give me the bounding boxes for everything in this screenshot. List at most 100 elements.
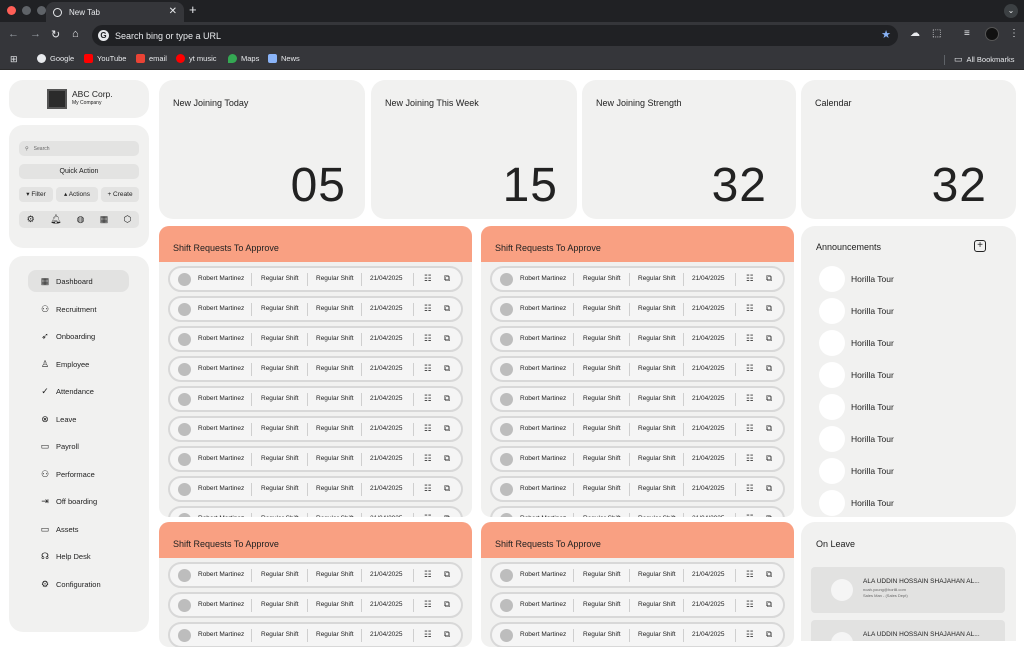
comment-icon[interactable]: ☷ (424, 453, 432, 464)
copy-icon[interactable]: ⧉ (444, 599, 450, 610)
comment-icon[interactable]: ☷ (424, 363, 432, 374)
comment-icon[interactable]: ☷ (746, 393, 754, 404)
comment-icon[interactable]: ☷ (424, 333, 432, 344)
shift-request-row[interactable]: Robert Martinez Regular Shift Regular Shif… (168, 266, 463, 292)
address-bar[interactable]: G Search bing or type a URL ★ (92, 25, 898, 46)
shift-request-row[interactable]: Robert Martinez Regular Shift Regular Shif… (168, 296, 463, 322)
stat-card-week[interactable]: New Joining This Week 15 (371, 80, 577, 219)
announcement-item[interactable]: Horilla Tour (819, 490, 999, 516)
bookmark-youtube[interactable]: YouTube (84, 54, 126, 63)
bookmark-google[interactable]: Google (37, 54, 74, 63)
copy-icon[interactable]: ⧉ (444, 333, 450, 344)
reading-list-icon[interactable]: ≡ (964, 28, 970, 39)
announcement-item[interactable]: Horilla Tour (819, 266, 999, 292)
tab-search-button[interactable]: ⌄ (1004, 4, 1018, 18)
comment-icon[interactable]: ☷ (746, 483, 754, 494)
shift-request-row[interactable]: Robert Martinez Regular Shift Regular Shif… (490, 562, 785, 588)
add-announcement-icon[interactable]: + (974, 240, 986, 252)
shift-request-row[interactable]: Robert Martinez Regular Shift Regular Shif… (490, 386, 785, 412)
sidebar-item-employee[interactable]: ♙ Employee (28, 353, 129, 375)
sidebar-item-configuration[interactable]: ⚙ Configuration (28, 573, 129, 595)
actions-button[interactable]: ▴ Actions (56, 187, 98, 202)
comment-icon[interactable]: ☷ (424, 599, 432, 610)
copy-icon[interactable]: ⧉ (766, 393, 772, 404)
shift-request-row[interactable]: Robert Martinez Regular Shift Regular Shif… (168, 416, 463, 442)
browser-tab[interactable]: New Tab ✕ (46, 2, 184, 22)
announcement-item[interactable]: Horilla Tour (819, 458, 999, 484)
announcement-item[interactable]: Horilla Tour (819, 298, 999, 324)
shift-request-row[interactable]: Robert Martinez Regular Shift Regular Shif… (490, 506, 785, 517)
copy-icon[interactable]: ⧉ (766, 569, 772, 580)
copy-icon[interactable]: ⧉ (444, 569, 450, 580)
shift-request-row[interactable]: Robert Martinez Regular Shift Regular Shif… (168, 622, 463, 647)
comment-icon[interactable]: ☷ (746, 599, 754, 610)
shift-request-row[interactable]: Robert Martinez Regular Shift Regular Shif… (490, 592, 785, 618)
copy-icon[interactable]: ⧉ (444, 393, 450, 404)
comment-icon[interactable]: ☷ (424, 483, 432, 494)
copy-icon[interactable]: ⧉ (444, 629, 450, 640)
shift-request-row[interactable]: Robert Martinez Regular Shift Regular Shif… (168, 356, 463, 382)
copy-icon[interactable]: ⧉ (766, 599, 772, 610)
shift-request-row[interactable]: Robert Martinez Regular Shift Regular Shif… (168, 562, 463, 588)
comment-icon[interactable]: ☷ (424, 273, 432, 284)
sidebar-item-helpdesk[interactable]: ☊ Help Desk (28, 545, 129, 567)
shift-request-row[interactable]: Robert Martinez Regular Shift Regular Shif… (168, 386, 463, 412)
sidebar-item-leave[interactable]: ⊗ Leave (28, 408, 129, 430)
comment-icon[interactable]: ☷ (746, 569, 754, 580)
minimize-window-button[interactable] (22, 6, 31, 15)
copy-icon[interactable]: ⧉ (444, 363, 450, 374)
maximize-window-button[interactable] (37, 6, 46, 15)
copy-icon[interactable]: ⧉ (444, 453, 450, 464)
apps-grid-icon[interactable]: ⊞ (10, 54, 18, 65)
reload-icon[interactable]: ↻ (51, 28, 60, 41)
new-tab-button[interactable]: + (189, 2, 197, 17)
copy-icon[interactable]: ⧉ (444, 303, 450, 314)
sidebar-item-assets[interactable]: ▭ Assets (28, 518, 129, 540)
globe-icon[interactable]: ◍ (77, 214, 85, 225)
comment-icon[interactable]: ☷ (424, 393, 432, 404)
sidebar-item-onboarding[interactable]: ➶ Onboarding (28, 325, 129, 347)
bell-icon[interactable]: 🔔︎ (50, 214, 61, 225)
copy-icon[interactable]: ⧉ (766, 273, 772, 284)
search-input[interactable]: ⚲ Search (19, 141, 139, 156)
bookmark-news[interactable]: News (268, 54, 300, 63)
copy-icon[interactable]: ⧉ (766, 303, 772, 314)
shift-request-row[interactable]: Robert Martinez Regular Shift Regular Shif… (490, 296, 785, 322)
puzzle-icon[interactable]: ⬚ (932, 28, 941, 39)
menu-dots-icon[interactable]: ⋮ (1009, 28, 1019, 39)
shift-request-row[interactable]: Robert Martinez Regular Shift Regular Shif… (490, 446, 785, 472)
back-icon[interactable]: ← (8, 28, 19, 40)
stat-card-calendar[interactable]: Calendar 32 (801, 80, 1016, 219)
announcement-item[interactable]: Horilla Tour (819, 362, 999, 388)
shift-request-row[interactable]: Robert Martinez Regular Shift Regular Shif… (168, 592, 463, 618)
shift-request-row[interactable]: Robert Martinez Regular Shift Regular Shif… (490, 476, 785, 502)
shift-request-row[interactable]: Robert Martinez Regular Shift Regular Shif… (490, 326, 785, 352)
comment-icon[interactable]: ☷ (746, 303, 754, 314)
copy-icon[interactable]: ⧉ (444, 483, 450, 494)
copy-icon[interactable]: ⧉ (444, 423, 450, 434)
shift-request-row[interactable]: Robert Martinez Regular Shift Regular Shif… (490, 416, 785, 442)
comment-icon[interactable]: ☷ (424, 303, 432, 314)
stat-card-today[interactable]: New Joining Today 05 (159, 80, 365, 219)
profile-avatar[interactable] (985, 27, 999, 41)
leave-card[interactable]: ALA UDDIN HOSSAIN SHAJAHAN AL... (811, 620, 1005, 641)
copy-icon[interactable]: ⧉ (766, 453, 772, 464)
bookmark-star-icon[interactable]: ★ (881, 28, 891, 41)
copy-icon[interactable]: ⧉ (444, 273, 450, 284)
all-bookmarks[interactable]: ▭ All Bookmarks (954, 54, 1014, 65)
close-tab-icon[interactable]: ✕ (169, 6, 177, 17)
comment-icon[interactable]: ☷ (746, 453, 754, 464)
create-button[interactable]: + Create (101, 187, 139, 202)
cube-icon[interactable]: ⬡ (124, 214, 132, 225)
copy-icon[interactable]: ⧉ (766, 513, 772, 517)
shift-request-row[interactable]: Robert Martinez Regular Shift Regular Shif… (490, 622, 785, 647)
shift-request-row[interactable]: Robert Martinez Regular Shift Regular Shif… (168, 506, 463, 517)
comment-icon[interactable]: ☷ (424, 423, 432, 434)
copy-icon[interactable]: ⧉ (444, 513, 450, 517)
announcement-item[interactable]: Horilla Tour (819, 394, 999, 420)
bookmark-maps[interactable]: Maps (228, 54, 259, 63)
comment-icon[interactable]: ☷ (746, 273, 754, 284)
bookmark-email[interactable]: email (136, 54, 167, 63)
extension-icon[interactable]: ☁ (910, 28, 920, 39)
building-icon[interactable]: ▦ (100, 214, 109, 225)
